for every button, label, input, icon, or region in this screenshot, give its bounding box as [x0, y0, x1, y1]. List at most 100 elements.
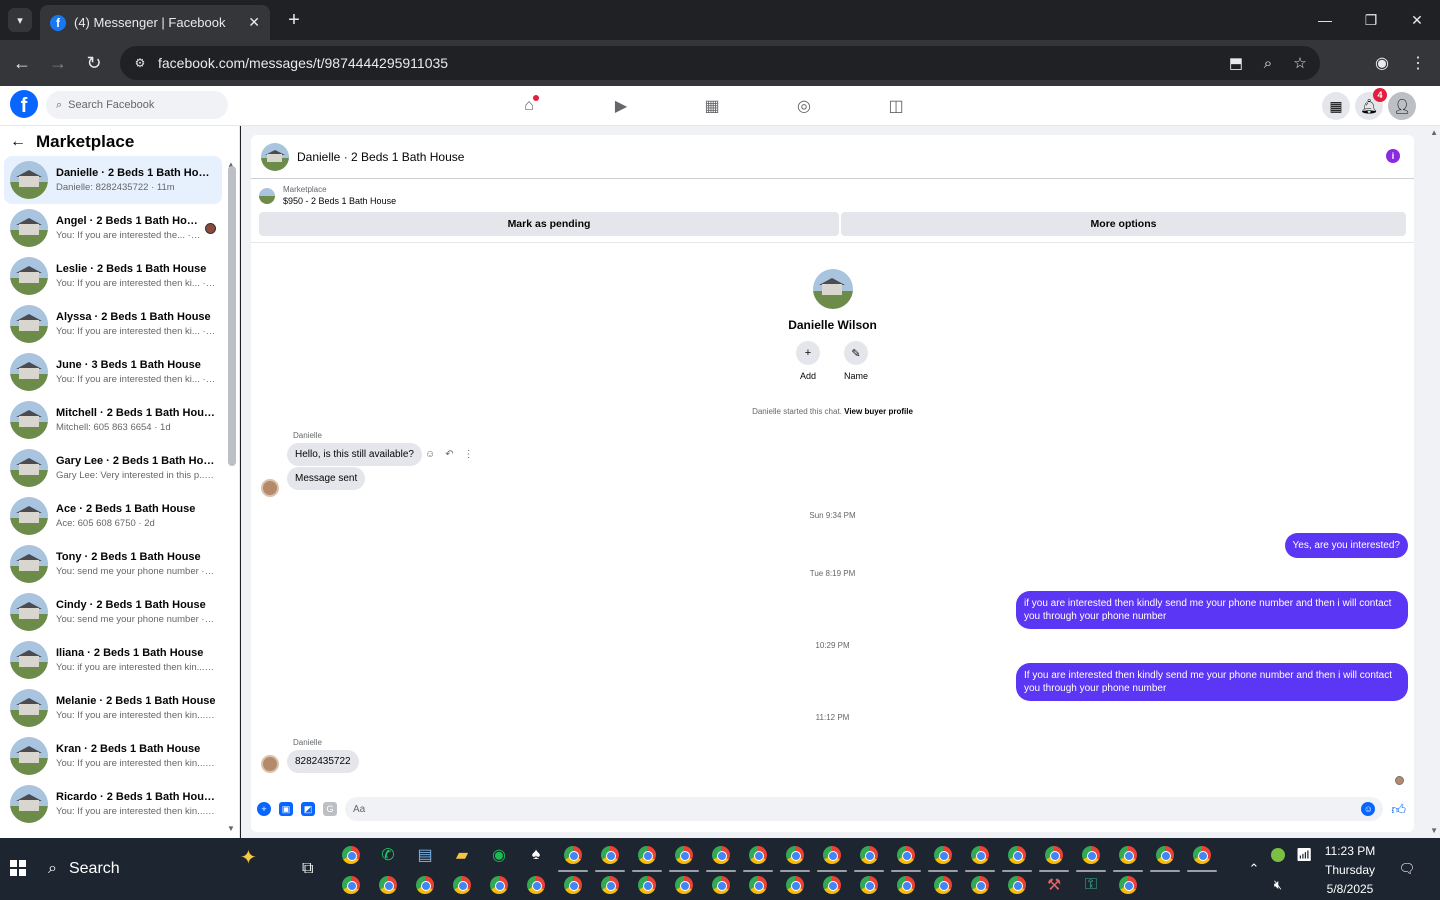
close-window-button[interactable]: ✕ [1394, 0, 1440, 40]
scroll-down-arrow-icon[interactable]: ▼ [227, 824, 235, 833]
chrome-taskbar-icon[interactable] [673, 874, 695, 896]
chrome-taskbar-icon[interactable] [854, 844, 884, 872]
mark-pending-button[interactable]: Mark as pending [259, 212, 839, 236]
chrome-taskbar-icon[interactable] [414, 874, 436, 896]
chrome-taskbar-icon[interactable] [1113, 844, 1143, 872]
bookmark-star-icon[interactable]: ☆ [1288, 51, 1312, 75]
conversation-item[interactable]: Cindy · 2 Beds 1 Bath House You: send me … [4, 588, 222, 636]
chrome-taskbar-icon[interactable] [932, 874, 954, 896]
thumbs-up-icon[interactable]: 👍︎ [1391, 801, 1406, 818]
address-bar[interactable]: ⚙ facebook.com/messages/t/98744442959110… [120, 46, 1320, 80]
chrome-taskbar-icon[interactable] [340, 874, 362, 896]
more-options-button[interactable]: More options [841, 212, 1406, 236]
spotify-taskbar-icon[interactable]: ◉ [488, 844, 510, 866]
gallery-icon[interactable]: ▣ [279, 802, 293, 816]
conversation-item[interactable]: Melanie · 2 Beds 1 Bath House You: If you… [4, 684, 222, 732]
menu-grid-icon[interactable]: ▦ [1322, 92, 1350, 120]
react-emoji-icon[interactable]: ☺ [425, 449, 435, 460]
message-input-box[interactable]: ☺ [345, 797, 1384, 821]
chrome-taskbar-icon[interactable] [858, 874, 880, 896]
plus-icon[interactable]: + [257, 802, 271, 816]
task-view-icon[interactable]: ⧉ [302, 860, 313, 878]
incoming-message[interactable]: Message sent [287, 467, 366, 490]
outgoing-message[interactable]: if you are interested then kindly send m… [1016, 591, 1408, 629]
edit-name-button[interactable]: ✎ Name [836, 341, 876, 381]
add-friend-button[interactable]: + Add [788, 341, 828, 381]
notifications-bell-icon[interactable]: 🔔︎ 4 [1355, 88, 1387, 120]
back-arrow-icon[interactable]: ← [10, 133, 26, 151]
chrome-taskbar-icon[interactable] [817, 844, 847, 872]
sidebar-scrollbar[interactable] [228, 166, 236, 466]
chrome-taskbar-icon[interactable] [895, 874, 917, 896]
new-tab-button[interactable]: + [282, 8, 306, 32]
account-avatar-icon[interactable]: 👤︎ [1388, 92, 1416, 120]
reply-icon[interactable]: ↶ [445, 449, 453, 460]
chrome-taskbar-icon[interactable] [340, 844, 362, 866]
tab-close-icon[interactable]: ✕ [248, 14, 260, 31]
conversation-item[interactable]: Kran · 2 Beds 1 Bath House You: If you ar… [4, 732, 222, 780]
chrome-taskbar-icon[interactable] [780, 844, 810, 872]
conversation-item[interactable]: Danielle · 2 Beds 1 Bath House Danielle: … [4, 156, 222, 204]
main-scroll-up-icon[interactable]: ▲ [1430, 128, 1438, 137]
outgoing-message[interactable]: If you are interested then kindly send m… [1016, 663, 1408, 701]
sender-avatar[interactable] [261, 755, 279, 773]
back-button[interactable]: ← [10, 51, 34, 75]
show-hidden-icons-icon[interactable]: ⌃ [1244, 838, 1264, 900]
chrome-taskbar-icon[interactable] [706, 844, 736, 872]
browser-tab[interactable]: f (4) Messenger | Facebook ✕ [40, 5, 270, 40]
conversation-item[interactable]: Gary Lee · 2 Beds 1 Bath House Gary Lee: … [4, 444, 222, 492]
chrome-taskbar-icon[interactable] [743, 844, 773, 872]
install-app-icon[interactable]: ⬒ [1224, 51, 1248, 75]
chrome-taskbar-icon[interactable] [928, 844, 958, 872]
chrome-taskbar-icon[interactable] [562, 874, 584, 896]
copilot-sparkle-icon[interactable]: ✦ [240, 845, 257, 870]
conversation-item[interactable]: Leslie · 2 Beds 1 Bath House You: If you … [4, 252, 222, 300]
conversation-item[interactable]: Mitchell · 2 Beds 1 Bath House Mitchell: … [4, 396, 222, 444]
browser-menu-icon[interactable]: ⋮ [1406, 51, 1430, 75]
incoming-message[interactable]: Hello, is this still available? [287, 443, 422, 466]
chrome-taskbar-icon[interactable] [1039, 844, 1069, 872]
marketplace-icon[interactable]: ▦ [700, 94, 724, 118]
minimize-button[interactable]: — [1302, 0, 1348, 40]
more-icon[interactable]: ⋮ [464, 449, 474, 460]
conversation-item[interactable]: Ricardo · 2 Beds 1 Bath House You: If you… [4, 780, 222, 828]
chrome-taskbar-icon[interactable] [965, 844, 995, 872]
site-info-icon[interactable]: ⚙ [130, 53, 150, 73]
conversation-item[interactable]: Ace · 2 Beds 1 Bath House Ace: 605 608 67… [4, 492, 222, 540]
gif-icon[interactable]: G [323, 802, 337, 816]
url-text[interactable]: facebook.com/messages/t/9874444295911035 [158, 55, 1224, 71]
notification-center-icon[interactable]: 🗨︎ [1396, 838, 1418, 900]
chrome-taskbar-icon[interactable] [451, 874, 473, 896]
info-icon[interactable]: i [1386, 149, 1400, 163]
chrome-taskbar-icon[interactable] [821, 874, 843, 896]
chrome-taskbar-icon[interactable] [669, 844, 699, 872]
chrome-taskbar-icon[interactable] [488, 874, 510, 896]
chrome-taskbar-icon[interactable] [558, 844, 588, 872]
emoji-icon[interactable]: ☺ [1361, 802, 1376, 816]
volume-muted-icon[interactable]: 🔇︎ [1268, 854, 1288, 900]
conversation-item[interactable]: June · 3 Beds 1 Bath House You: If you ar… [4, 348, 222, 396]
chrome-taskbar-icon[interactable] [969, 874, 991, 896]
chrome-taskbar-icon[interactable] [595, 844, 625, 872]
wifi-icon[interactable]: 📶︎ [1294, 824, 1314, 886]
sticker-icon[interactable]: ◩ [301, 802, 315, 816]
message-input[interactable] [353, 803, 1362, 815]
facebook-search-input[interactable] [68, 99, 219, 111]
system-clock[interactable]: 11:23 PM Thursday 5/8/2025 [1322, 842, 1378, 899]
chrome-taskbar-icon[interactable] [632, 844, 662, 872]
chrome-taskbar-icon[interactable] [1076, 844, 1106, 872]
chrome-taskbar-icon[interactable] [377, 874, 399, 896]
chat-header-title[interactable]: Danielle · 2 Beds 1 Bath House [297, 150, 464, 164]
conversation-item[interactable]: Iliana · 2 Beds 1 Bath House You: if you … [4, 636, 222, 684]
video-icon[interactable]: ▶ [609, 94, 633, 118]
incoming-message[interactable]: 8282435722 [287, 750, 359, 773]
chrome-taskbar-icon[interactable] [891, 844, 921, 872]
chrome-taskbar-icon[interactable] [599, 874, 621, 896]
reload-button[interactable]: ↻ [82, 51, 106, 75]
chrome-taskbar-icon[interactable] [747, 874, 769, 896]
home-icon[interactable]: ⌂ [517, 94, 541, 118]
chrome-taskbar-icon[interactable] [1187, 844, 1217, 872]
tool-taskbar-icon[interactable]: ⚒ [1043, 874, 1065, 896]
forward-button[interactable]: → [46, 51, 70, 75]
sender-avatar[interactable] [261, 479, 279, 497]
